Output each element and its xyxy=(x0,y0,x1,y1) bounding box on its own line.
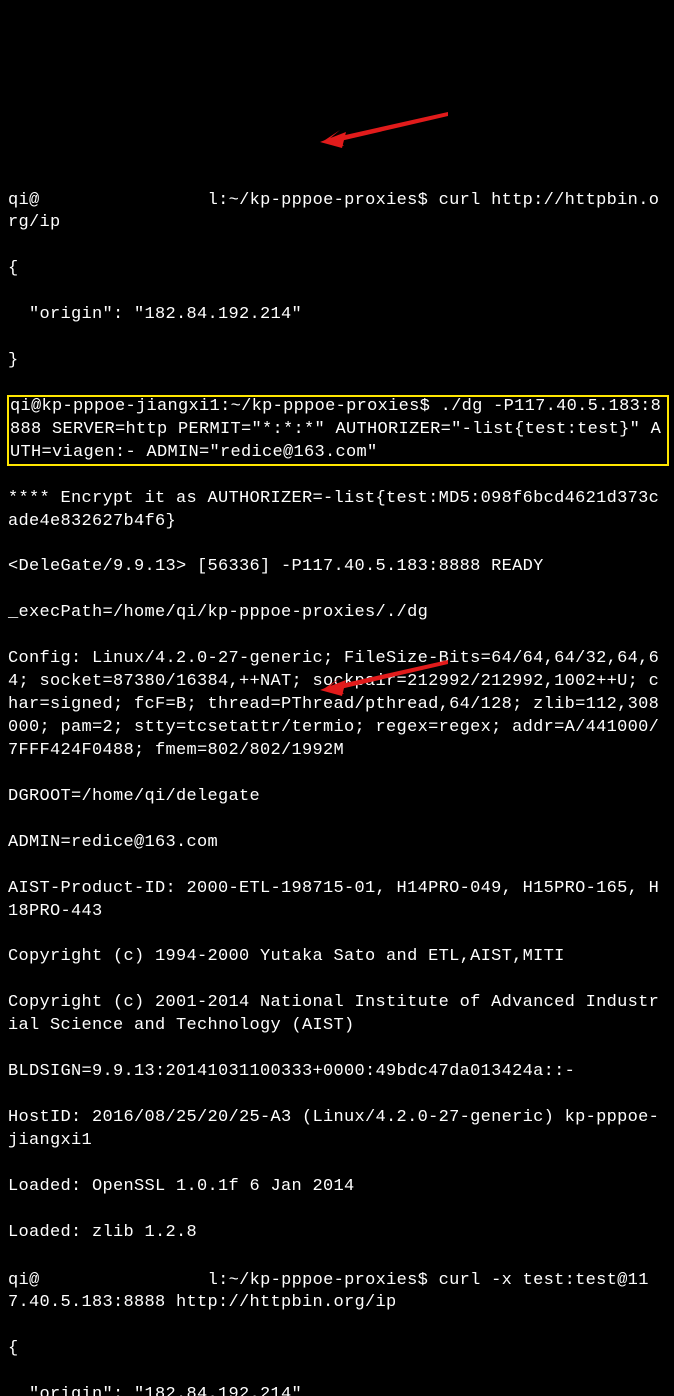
prompt-at-2: @ xyxy=(31,397,42,416)
output-admin: ADMIN=redice@163.com xyxy=(8,832,668,855)
output-hostid: HostID: 2016/08/25/20/25-A3 (Linux/4.2.0… xyxy=(8,1107,668,1153)
output-encrypt: **** Encrypt it as AUTHORIZER=-list{test… xyxy=(8,488,668,534)
prompt-at: @ xyxy=(29,190,40,209)
output-delegate: <DeleGate/9.9.13> [56336] -P117.40.5.183… xyxy=(8,556,668,579)
prompt-path: ~/kp-pppoe-proxies xyxy=(229,190,418,209)
prompt-symbol-3: $ xyxy=(418,1270,429,1289)
prompt-host-2: kp-pppoe-jiangxi1 xyxy=(42,397,221,416)
output-config: Config: Linux/4.2.0-27-generic; FileSize… xyxy=(8,648,668,763)
output-bldsign: BLDSIGN=9.9.13:20141031100333+0000:49bdc… xyxy=(8,1061,668,1084)
prompt-user: qi xyxy=(8,190,29,209)
output-copyright-2: Copyright (c) 2001-2014 National Institu… xyxy=(8,992,668,1038)
curl1-response-close: } xyxy=(8,350,668,373)
prompt-symbol-2: $ xyxy=(420,397,431,416)
highlighted-command-block: qi@kp-pppoe-jiangxi1:~/kp-pppoe-proxies$… xyxy=(8,396,668,465)
redacted-hostname-3: ████████████████ xyxy=(40,1268,208,1291)
redacted-hostname: ████████████████ xyxy=(40,188,208,211)
curl1-response-body: "origin": "182.84.192.214" xyxy=(8,304,668,327)
prompt-path-2: ~/kp-pppoe-proxies xyxy=(231,397,420,416)
terminal-window[interactable]: qi@████████████████l:~/kp-pppoe-proxies$… xyxy=(0,0,674,1396)
output-aist: AIST-Product-ID: 2000-ETL-198715-01, H14… xyxy=(8,878,668,924)
output-copyright-1: Copyright (c) 1994-2000 Yutaka Sato and … xyxy=(8,946,668,969)
prompt-user-2: qi xyxy=(10,397,31,416)
output-loaded-openssl: Loaded: OpenSSL 1.0.1f 6 Jan 2014 xyxy=(8,1176,668,1199)
prompt-at-3: @ xyxy=(29,1270,40,1289)
output-dgroot: DGROOT=/home/qi/delegate xyxy=(8,786,668,809)
prompt-path-3: ~/kp-pppoe-proxies xyxy=(229,1270,418,1289)
curl2-response-open: { xyxy=(8,1338,668,1361)
prompt-host-tail-3: l xyxy=(208,1270,219,1289)
output-loaded-zlib: Loaded: zlib 1.2.8 xyxy=(8,1222,668,1245)
annotation-arrow-1 xyxy=(318,66,448,175)
output-execpath: _execPath=/home/qi/kp-pppoe-proxies/./dg xyxy=(8,602,668,625)
prompt-line-1[interactable]: qi@████████████████l:~/kp-pppoe-proxies$… xyxy=(8,188,668,236)
prompt-line-3[interactable]: qi@████████████████l:~/kp-pppoe-proxies$… xyxy=(8,1268,668,1316)
curl2-response-body: "origin": "182.84.192.214" xyxy=(8,1384,668,1396)
prompt-symbol: $ xyxy=(418,190,429,209)
prompt-user-3: qi xyxy=(8,1270,29,1289)
curl1-response-open: { xyxy=(8,258,668,281)
prompt-host-tail: l xyxy=(208,190,219,209)
